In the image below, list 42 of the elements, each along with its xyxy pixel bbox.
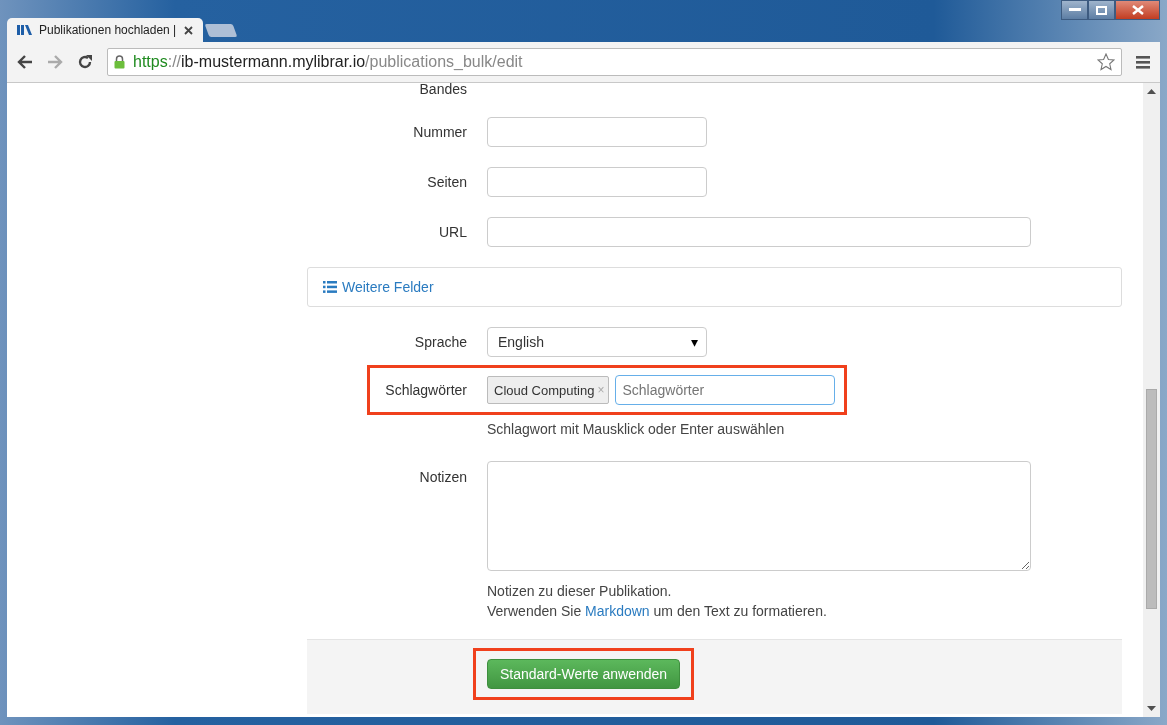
help-text: Notizen zu dieser Publikation.: [487, 583, 673, 599]
scrollbar[interactable]: [1143, 83, 1160, 717]
scroll-down-icon[interactable]: [1147, 706, 1156, 711]
markdown-link[interactable]: Markdown: [585, 603, 650, 619]
minimize-icon: [1068, 8, 1081, 12]
keyword-tag: Cloud Computing ×: [487, 376, 610, 404]
lock-icon: [114, 55, 125, 69]
logo-icon: [17, 24, 33, 36]
list-icon: [323, 281, 337, 293]
language-select[interactable]: English ▾: [487, 327, 707, 357]
reload-icon[interactable]: [77, 54, 93, 70]
back-icon[interactable]: [17, 55, 33, 69]
text-input-field[interactable]: [487, 117, 707, 147]
help-text: Schlagwort mit Mausklick oder Enter auswählen: [487, 421, 786, 437]
scroll-up-icon[interactable]: [1147, 89, 1156, 94]
field-label: Bandes: [418, 83, 467, 97]
more-fields-link[interactable]: Weitere Felder: [323, 279, 434, 295]
help-text: Verwenden Sie Markdown um den Text zu formatieren.: [487, 603, 828, 619]
bookmark-star-icon[interactable]: [1097, 53, 1115, 71]
tab-title: Publikationen hochladen |: [39, 23, 178, 37]
close-window-button[interactable]: [1115, 0, 1160, 20]
keyword-input-field[interactable]: Schlagwörter: [615, 375, 836, 405]
text-input-field[interactable]: [487, 167, 707, 197]
close-icon[interactable]: [184, 25, 193, 35]
field-label: Schlagwörter: [384, 382, 467, 398]
minimize-button[interactable]: [1061, 0, 1088, 20]
field-label: URL: [438, 224, 467, 240]
field-label: Seiten: [426, 174, 467, 190]
menu-icon[interactable]: [1136, 55, 1150, 69]
new-tab-button[interactable]: [204, 24, 238, 37]
field-label: Sprache: [413, 334, 467, 350]
browser-tab[interactable]: Publikationen hochladen |: [7, 18, 203, 42]
maximize-icon: [1096, 5, 1107, 15]
scrollbar-thumb[interactable]: [1146, 389, 1157, 609]
url-text: https://ib-mustermann.mylibrar.io/publications_bulk/edit: [133, 53, 523, 71]
close-icon: [1131, 5, 1144, 15]
field-label: Nummer: [412, 124, 467, 140]
text-input-field[interactable]: [487, 217, 1031, 247]
apply-defaults-button[interactable]: Standard-Werte anwenden: [487, 659, 681, 689]
maximize-button[interactable]: [1088, 0, 1115, 20]
field-label: Notizen: [418, 469, 467, 485]
address-bar[interactable]: https://ib-mustermann.mylibrar.io/publications_bulk/edit: [107, 48, 1122, 76]
